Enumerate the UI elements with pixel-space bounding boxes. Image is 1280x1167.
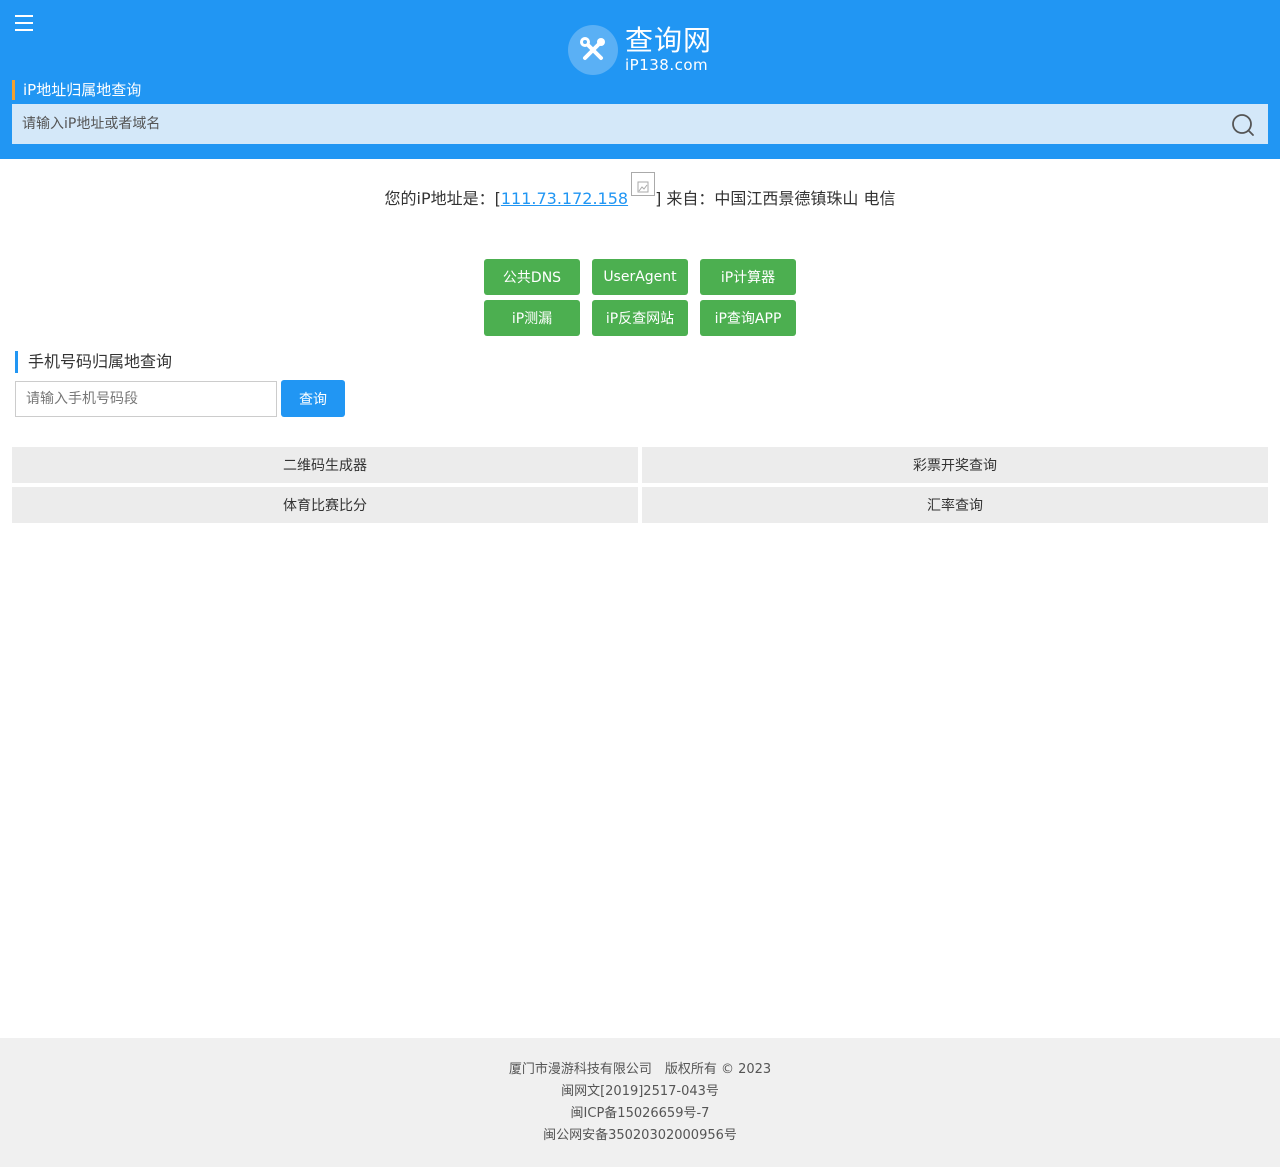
ip-calculator-button[interactable]: iP计算器 (700, 259, 796, 295)
logo-title: 查询网 (625, 24, 713, 57)
phone-lookup-title: 手机号码归属地查询 (15, 351, 172, 373)
lottery-results-link[interactable]: 彩票开奖查询 (642, 447, 1268, 483)
logo-subtitle: iP138.com (625, 56, 709, 74)
logo[interactable]: 查询网 iP138.com (568, 24, 712, 76)
public-dns-button[interactable]: 公共DNS (484, 259, 580, 295)
qrcode-generator-link[interactable]: 二维码生成器 (12, 447, 638, 483)
sports-scores-link[interactable]: 体育比赛比分 (12, 487, 638, 523)
ip-info-prefix: 您的iP地址是：[ (384, 189, 501, 208)
footer-copyright: 厦门市漫游科技有限公司 版权所有 © 2023 (508, 1062, 772, 1077)
menu-icon[interactable] (15, 15, 33, 31)
ip-lookup-label: iP地址归属地查询 (12, 80, 141, 100)
ip-reverse-lookup-button[interactable]: iP反查网站 (592, 300, 688, 336)
ip-search-bar (12, 104, 1268, 144)
exchange-rate-link[interactable]: 汇率查询 (642, 487, 1268, 523)
ip-search-input[interactable] (12, 104, 1212, 144)
ip-info-line: 您的iP地址是：[111.73.172.158 ] 来自：中国江西景德镇珠山 电… (0, 172, 1280, 219)
quick-links: 二维码生成器 彩票开奖查询 体育比赛比分 汇率查询 (12, 447, 1268, 523)
phone-number-input[interactable] (15, 381, 277, 417)
wrench-screwdriver-icon (568, 25, 618, 75)
ip-leak-test-button[interactable]: iP测漏 (484, 300, 580, 336)
ip-info-suffix: ] 来自：中国江西景德镇珠山 电信 (655, 189, 896, 208)
footer-icp[interactable]: 闽ICP备15026659号-7 (0, 1103, 1280, 1125)
tool-buttons: 公共DNS UserAgent iP计算器 iP测漏 iP反查网站 iP查询AP… (484, 259, 800, 341)
ip-query-app-button[interactable]: iP查询APP (700, 300, 796, 336)
footer-license[interactable]: 闽网文[2019]2517-043号 (0, 1081, 1280, 1103)
footer: 厦门市漫游科技有限公司 版权所有 © 2023 闽网文[2019]2517-04… (0, 1038, 1280, 1167)
header: 查询网 iP138.com iP地址归属地查询 (0, 0, 1280, 159)
search-icon[interactable] (1230, 112, 1256, 138)
footer-police-record[interactable]: 闽公网安备35020302000956号 (0, 1125, 1280, 1147)
phone-query-button[interactable]: 查询 (281, 380, 345, 417)
useragent-button[interactable]: UserAgent (592, 259, 688, 295)
ip-address-link[interactable]: 111.73.172.158 (501, 189, 628, 208)
broken-image-icon (631, 172, 656, 196)
